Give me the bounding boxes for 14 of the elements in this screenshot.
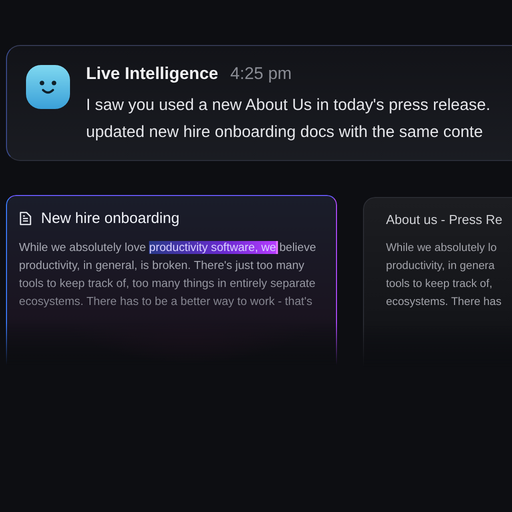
- sender-name: Live Intelligence: [86, 64, 218, 84]
- document-text-line: While we absolutely lo: [386, 241, 498, 256]
- message-time: 4:25 pm: [230, 64, 292, 84]
- document-text-line: ecosystems. There has: [386, 295, 502, 310]
- document-text-line: productivity, in genera: [386, 259, 496, 274]
- document-title: New hire onboarding: [41, 210, 180, 227]
- document-card[interactable]: [6, 195, 337, 365]
- smiley-avatar-icon: [25, 64, 71, 110]
- document-text: While we absolutely love productivity software, we believe productivity, in general, is broken. There's just too many tools to keep track of, too many things in entirely separate ecosystems. There has to be a better way to work - that's: [19, 240, 318, 310]
- document-icon: [19, 211, 32, 226]
- document-text-line: tools to keep track of,: [386, 277, 494, 292]
- message-line: I saw you used a new About Us in today's press release.: [86, 95, 490, 116]
- message-line: updated new hire onboarding docs with the same conte: [86, 122, 484, 143]
- document-title: About us - Press Re: [386, 212, 502, 227]
